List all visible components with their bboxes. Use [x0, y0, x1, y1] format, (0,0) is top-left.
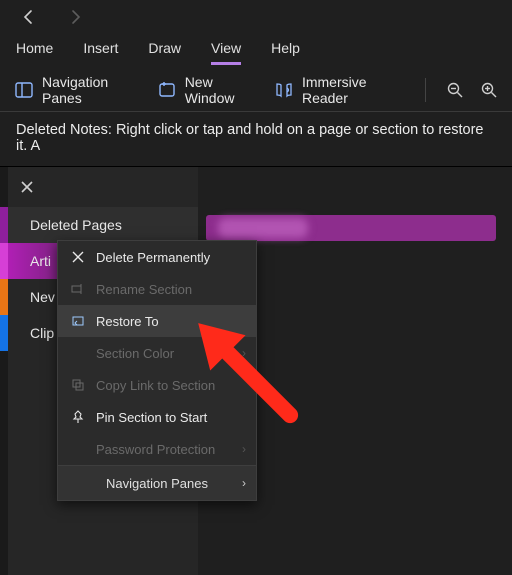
- back-button[interactable]: [20, 8, 38, 26]
- forward-button[interactable]: [66, 8, 84, 26]
- ribbon-label: New Window: [185, 74, 258, 106]
- page-title-redacted: [218, 218, 308, 238]
- tab-insert[interactable]: Insert: [83, 40, 118, 62]
- ctx-label: Password Protection: [96, 442, 215, 457]
- ribbon-tabs: Home Insert Draw View Help: [0, 34, 512, 68]
- ctx-label: Navigation Panes: [106, 476, 208, 491]
- pin-icon: [70, 409, 86, 425]
- tab-draw[interactable]: Draw: [148, 40, 181, 62]
- ctx-label: Delete Permanently: [96, 250, 210, 265]
- panes-icon: [14, 79, 34, 101]
- tab-view[interactable]: View: [211, 40, 241, 65]
- ctx-label: Section Color: [96, 346, 174, 361]
- ctx-copy-link: Copy Link to Section: [58, 369, 256, 401]
- context-menu: Delete Permanently Rename Section Restor…: [57, 240, 257, 501]
- zoom-in-button[interactable]: [480, 80, 498, 100]
- new-window-button[interactable]: New Window: [157, 74, 258, 106]
- ctx-password-protection: Password Protection ›: [58, 433, 256, 465]
- ctx-rename-section: Rename Section: [58, 273, 256, 305]
- link-icon: [70, 377, 86, 393]
- ctx-label: Restore To: [96, 314, 159, 329]
- zoom-out-button[interactable]: [446, 80, 464, 100]
- chevron-right-icon: ›: [242, 346, 246, 360]
- ctx-label: Copy Link to Section: [96, 378, 215, 393]
- ribbon: Navigation Panes New Window Immersive Re…: [0, 68, 512, 112]
- new-window-icon: [157, 79, 177, 101]
- ribbon-label: Immersive Reader: [302, 74, 405, 106]
- section-color-strip: [0, 167, 8, 575]
- sidebar-header[interactable]: Deleted Pages: [8, 207, 198, 243]
- info-bar: Deleted Notes: Right click or tap and ho…: [0, 112, 512, 167]
- tab-home[interactable]: Home: [16, 40, 53, 62]
- chevron-right-icon: ›: [242, 476, 246, 490]
- chevron-right-icon: ›: [242, 442, 246, 456]
- separator: [425, 78, 426, 102]
- immersive-reader-button[interactable]: Immersive Reader: [274, 74, 405, 106]
- tab-help[interactable]: Help: [271, 40, 300, 62]
- navigation-panes-button[interactable]: Navigation Panes: [14, 74, 141, 106]
- ctx-delete-permanently[interactable]: Delete Permanently: [58, 241, 256, 273]
- lock-icon: [70, 441, 86, 457]
- close-panel-button[interactable]: [18, 178, 36, 196]
- ctx-navigation-panes[interactable]: Navigation Panes ›: [58, 466, 256, 500]
- ctx-section-color: Section Color ›: [58, 337, 256, 369]
- ctx-label: Rename Section: [96, 282, 192, 297]
- immersive-reader-icon: [274, 79, 294, 101]
- color-icon: [70, 345, 86, 361]
- ribbon-label: Navigation Panes: [42, 74, 141, 106]
- delete-icon: [70, 249, 86, 265]
- ctx-restore-to[interactable]: Restore To: [58, 305, 256, 337]
- ctx-label: Pin Section to Start: [96, 410, 207, 425]
- rename-icon: [70, 281, 86, 297]
- ctx-pin-to-start[interactable]: Pin Section to Start: [58, 401, 256, 433]
- restore-icon: [70, 313, 86, 329]
